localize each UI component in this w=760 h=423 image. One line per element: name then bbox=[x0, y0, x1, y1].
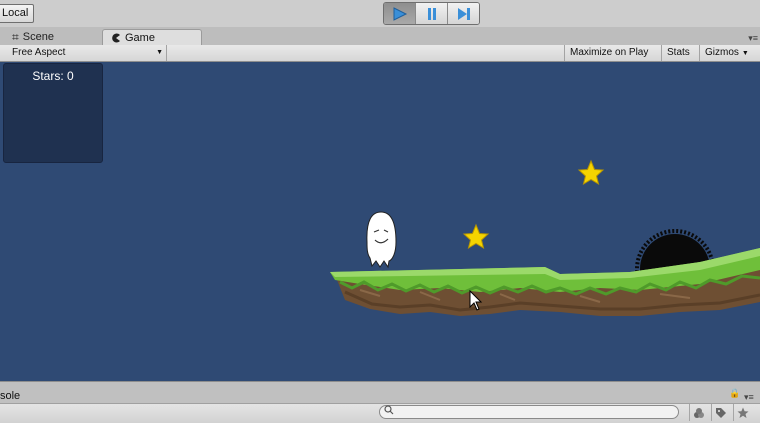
favorite-filter-button[interactable] bbox=[733, 404, 752, 421]
layers-dropdown[interactable]: Local bbox=[0, 4, 35, 23]
aspect-dropdown[interactable]: Free Aspect ▼ bbox=[4, 45, 167, 61]
lock-icon[interactable]: 🔒 bbox=[729, 388, 740, 399]
layers-icon bbox=[694, 407, 704, 418]
tab-game[interactable]: Game bbox=[102, 29, 202, 46]
tab-menu-icon[interactable]: ▾≡ bbox=[748, 33, 758, 44]
aspect-label: Free Aspect bbox=[12, 47, 66, 58]
game-view-toolbar: Free Aspect ▼ Maximize on Play Stats Giz… bbox=[0, 45, 760, 62]
console-tab-label[interactable]: sole bbox=[0, 390, 20, 402]
game-scene bbox=[330, 159, 760, 316]
pause-icon bbox=[427, 7, 436, 20]
play-button[interactable] bbox=[384, 3, 415, 24]
star-pickup bbox=[462, 223, 490, 250]
label-filter-button[interactable] bbox=[711, 404, 730, 421]
ghost-character bbox=[366, 211, 397, 269]
tag-icon bbox=[716, 407, 726, 418]
stars-hud-panel: Stars: 0 bbox=[3, 63, 103, 163]
playmode-controls bbox=[383, 2, 480, 25]
console-toolbar bbox=[0, 403, 760, 423]
maximize-on-play-toggle[interactable]: Maximize on Play bbox=[564, 45, 653, 61]
star-icon bbox=[737, 407, 749, 418]
console-tab-header: sole 🔒 ▾≡ bbox=[0, 381, 760, 404]
console-search-input[interactable] bbox=[379, 405, 679, 419]
game-viewport[interactable]: Stars: 0 bbox=[0, 62, 760, 381]
tab-scene[interactable]: ⌗ Scene bbox=[4, 29, 62, 45]
gizmos-dropdown[interactable]: Gizmos ▼ bbox=[699, 45, 760, 61]
scene-grid-icon: ⌗ bbox=[12, 29, 19, 44]
layer-filter-button[interactable] bbox=[689, 404, 708, 421]
play-icon bbox=[393, 6, 407, 21]
stars-counter: Stars: 0 bbox=[32, 69, 74, 83]
dropdown-caret-icon: ▼ bbox=[156, 49, 163, 56]
pause-button[interactable] bbox=[415, 3, 447, 24]
search-icon bbox=[384, 405, 394, 415]
gizmos-label: Gizmos bbox=[705, 47, 739, 58]
view-tabstrip: ⌗ Scene Game ▾≡ bbox=[0, 27, 760, 46]
stats-toggle[interactable]: Stats bbox=[661, 45, 695, 61]
dropdown-caret-icon: ▼ bbox=[741, 50, 749, 57]
main-toolbar: Local bbox=[0, 0, 760, 28]
tab-scene-label: Scene bbox=[22, 31, 54, 43]
step-button[interactable] bbox=[447, 3, 479, 24]
step-icon bbox=[457, 7, 470, 20]
console-menu-icon[interactable]: ▾≡ bbox=[744, 392, 754, 403]
game-pacman-icon bbox=[112, 33, 120, 43]
star-pickup bbox=[577, 159, 605, 186]
tab-game-label: Game bbox=[125, 32, 155, 44]
